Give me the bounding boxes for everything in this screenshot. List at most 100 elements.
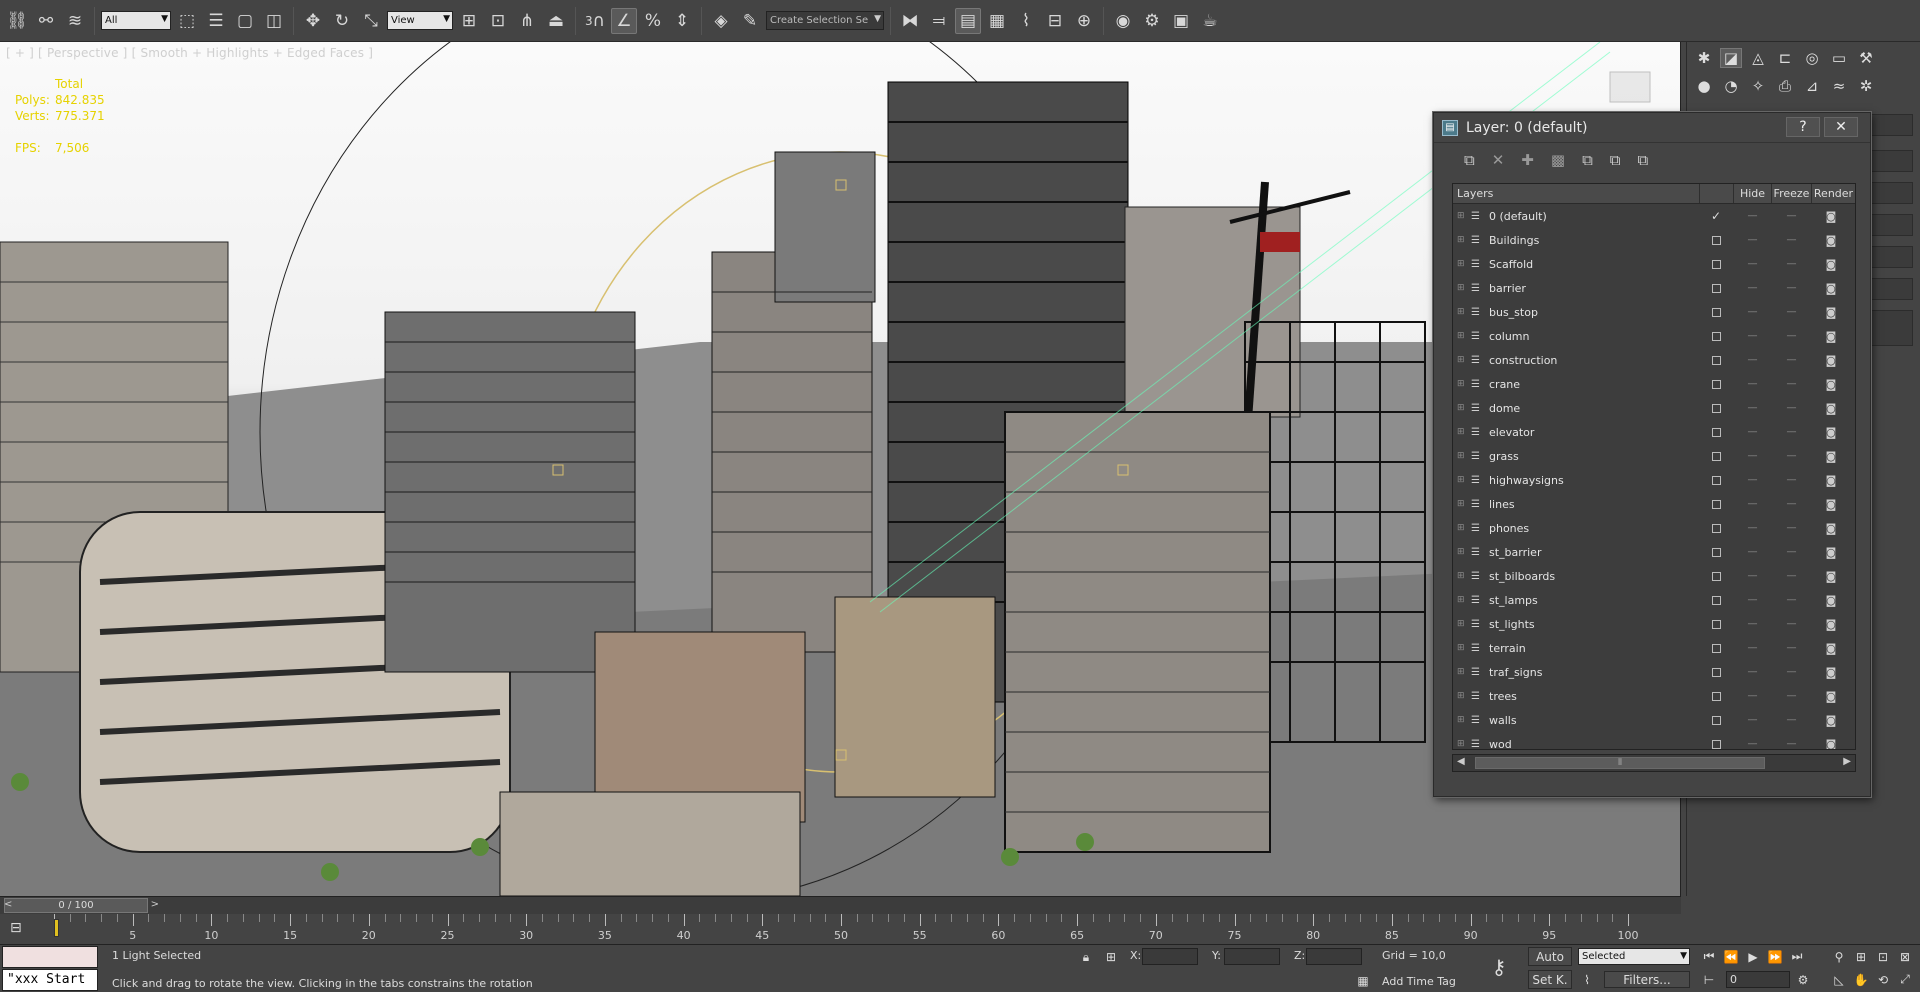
expand-icon[interactable]: ⊞ bbox=[1457, 307, 1471, 317]
help-button[interactable]: ? bbox=[1786, 117, 1820, 137]
layer-render-icon[interactable]: ◙ bbox=[1811, 450, 1851, 463]
layer-name[interactable]: barrier bbox=[1485, 282, 1699, 295]
expand-icon[interactable]: ⊞ bbox=[1457, 235, 1471, 245]
current-checkbox[interactable] bbox=[1711, 427, 1721, 437]
scroll-thumb[interactable]: ⫴ bbox=[1475, 757, 1765, 769]
expand-icon[interactable]: ⊞ bbox=[1457, 619, 1471, 629]
current-checkbox[interactable] bbox=[1711, 499, 1721, 509]
layer-name[interactable]: Buildings bbox=[1485, 234, 1699, 247]
zoom-icon[interactable]: ⚲ bbox=[1830, 948, 1848, 965]
time-tag-icon[interactable]: ▦ bbox=[1355, 973, 1371, 989]
col-render[interactable]: Render bbox=[1811, 184, 1855, 203]
maximize-viewport-icon[interactable]: ⤢ bbox=[1896, 971, 1914, 988]
layer-manager-icon[interactable]: ▤ bbox=[955, 7, 981, 34]
set-key-button[interactable]: Set K. bbox=[1528, 970, 1572, 989]
go-to-end-icon[interactable]: ⏭ bbox=[1788, 948, 1806, 965]
select-by-name-icon[interactable]: ☰ bbox=[203, 8, 229, 34]
layer-row[interactable]: ⊞ ☰ wod ---- ---- ◙ bbox=[1453, 732, 1855, 750]
layer-hide-toggle[interactable]: ---- bbox=[1733, 643, 1771, 653]
expand-icon[interactable]: ⊞ bbox=[1457, 259, 1471, 269]
layer-current-toggle[interactable] bbox=[1699, 355, 1733, 365]
expand-icon[interactable]: ⊞ bbox=[1457, 571, 1471, 581]
bind-spacewarp-icon[interactable]: ≋ bbox=[62, 8, 88, 34]
layer-row[interactable]: ⊞ ☰ 0 (default) ✓ ---- ---- ◙ bbox=[1453, 204, 1855, 228]
layer-current-toggle[interactable] bbox=[1699, 571, 1733, 581]
z-coord-field[interactable] bbox=[1306, 948, 1362, 965]
add-time-tag[interactable]: Add Time Tag bbox=[1382, 975, 1456, 988]
zoom-all-icon[interactable]: ⊞ bbox=[1852, 948, 1870, 965]
expand-icon[interactable]: ⊞ bbox=[1457, 547, 1471, 557]
layer-hide-toggle[interactable]: ---- bbox=[1733, 547, 1771, 557]
layer-row[interactable]: ⊞ ☰ Scaffold ---- ---- ◙ bbox=[1453, 252, 1855, 276]
current-checkbox[interactable] bbox=[1711, 259, 1721, 269]
layer-row[interactable]: ⊞ ☰ st_barrier ---- ---- ◙ bbox=[1453, 540, 1855, 564]
layer-name[interactable]: trees bbox=[1485, 690, 1699, 703]
current-checkbox[interactable] bbox=[1711, 283, 1721, 293]
layer-render-icon[interactable]: ◙ bbox=[1811, 738, 1851, 750]
layer-freeze-toggle[interactable]: ---- bbox=[1771, 619, 1811, 629]
layer-name[interactable]: walls bbox=[1485, 714, 1699, 727]
layer-current-toggle[interactable] bbox=[1699, 715, 1733, 725]
layer-freeze-toggle[interactable]: ---- bbox=[1771, 307, 1811, 317]
layer-row[interactable]: ⊞ ☰ barrier ---- ---- ◙ bbox=[1453, 276, 1855, 300]
highlight-selected-icon[interactable]: ⧉ bbox=[1582, 151, 1593, 169]
layer-current-toggle[interactable] bbox=[1699, 691, 1733, 701]
time-slider-thumb[interactable]: < 0 / 100 > bbox=[4, 898, 159, 913]
current-checkbox[interactable] bbox=[1711, 571, 1721, 581]
dope-sheet-icon[interactable]: ⊟ bbox=[1042, 8, 1068, 34]
layer-name[interactable]: crane bbox=[1485, 378, 1699, 391]
orbit-icon[interactable]: ⟲ bbox=[1874, 971, 1892, 988]
rect-selection-icon[interactable]: ▢ bbox=[232, 8, 258, 34]
current-checkbox[interactable] bbox=[1711, 739, 1721, 749]
layer-hide-toggle[interactable]: ---- bbox=[1733, 211, 1771, 221]
manipulate-icon[interactable]: ⊡ bbox=[485, 8, 511, 34]
layer-freeze-toggle[interactable]: ---- bbox=[1771, 643, 1811, 653]
layer-name[interactable]: grass bbox=[1485, 450, 1699, 463]
expand-icon[interactable]: ⊞ bbox=[1457, 211, 1471, 221]
named-selection-icon[interactable]: ✎ bbox=[737, 8, 763, 34]
layer-freeze-toggle[interactable]: ---- bbox=[1771, 475, 1811, 485]
layer-freeze-toggle[interactable]: ---- bbox=[1771, 211, 1811, 221]
layer-render-icon[interactable]: ◙ bbox=[1811, 330, 1851, 343]
col-hide[interactable]: Hide bbox=[1733, 184, 1771, 203]
zoom-extents-icon[interactable]: ⊡ bbox=[1874, 948, 1892, 965]
layer-name[interactable]: st_barrier bbox=[1485, 546, 1699, 559]
layer-hide-toggle[interactable]: ---- bbox=[1733, 427, 1771, 437]
select-in-layer-icon[interactable]: ▩ bbox=[1551, 151, 1565, 169]
layer-current-toggle[interactable] bbox=[1699, 619, 1733, 629]
ref-coord-dropdown[interactable]: View ▼ bbox=[387, 11, 453, 30]
col-freeze[interactable]: Freeze bbox=[1771, 184, 1811, 203]
snap-icon[interactable]: 3 ∩ bbox=[582, 8, 608, 34]
layer-name[interactable]: terrain bbox=[1485, 642, 1699, 655]
key-icon[interactable]: ⚷ bbox=[1484, 955, 1514, 979]
layer-name[interactable]: Scaffold bbox=[1485, 258, 1699, 271]
layer-name[interactable]: wod bbox=[1485, 738, 1699, 750]
current-checkbox[interactable] bbox=[1711, 307, 1721, 317]
expand-icon[interactable]: ⊞ bbox=[1457, 691, 1471, 701]
layer-freeze-toggle[interactable]: ---- bbox=[1771, 691, 1811, 701]
lock-selection-icon[interactable]: 🔒︎ bbox=[1078, 949, 1094, 965]
maxscript-listener[interactable]: "xxx Start bbox=[2, 946, 98, 992]
fov-icon[interactable]: ◺ bbox=[1830, 971, 1848, 988]
layer-render-icon[interactable]: ◙ bbox=[1811, 618, 1851, 631]
layer-hide-toggle[interactable]: ---- bbox=[1733, 355, 1771, 365]
layer-row[interactable]: ⊞ ☰ st_lamps ---- ---- ◙ bbox=[1453, 588, 1855, 612]
helpers-icon[interactable]: ⊿ bbox=[1801, 76, 1823, 96]
layer-render-icon[interactable]: ◙ bbox=[1811, 714, 1851, 727]
layer-render-icon[interactable]: ◙ bbox=[1811, 378, 1851, 391]
time-slider[interactable]: < 0 / 100 > bbox=[0, 896, 1681, 914]
time-config-icon[interactable]: ⚙ bbox=[1794, 971, 1812, 988]
display-tab-icon[interactable]: ▭ bbox=[1828, 48, 1850, 68]
layer-freeze-toggle[interactable]: ---- bbox=[1771, 427, 1811, 437]
layer-freeze-toggle[interactable]: ---- bbox=[1771, 499, 1811, 509]
layer-current-toggle[interactable] bbox=[1699, 403, 1733, 413]
layer-name[interactable]: st_lights bbox=[1485, 618, 1699, 631]
geometry-icon[interactable]: ● bbox=[1693, 76, 1715, 96]
current-checkbox[interactable] bbox=[1711, 355, 1721, 365]
layer-hide-toggle[interactable]: ---- bbox=[1733, 235, 1771, 245]
expand-icon[interactable]: ⊞ bbox=[1457, 379, 1471, 389]
current-checkbox[interactable] bbox=[1711, 619, 1721, 629]
zoom-extents-all-icon[interactable]: ⊠ bbox=[1896, 948, 1914, 965]
layer-name[interactable]: elevator bbox=[1485, 426, 1699, 439]
layer-hide-toggle[interactable]: ---- bbox=[1733, 475, 1771, 485]
